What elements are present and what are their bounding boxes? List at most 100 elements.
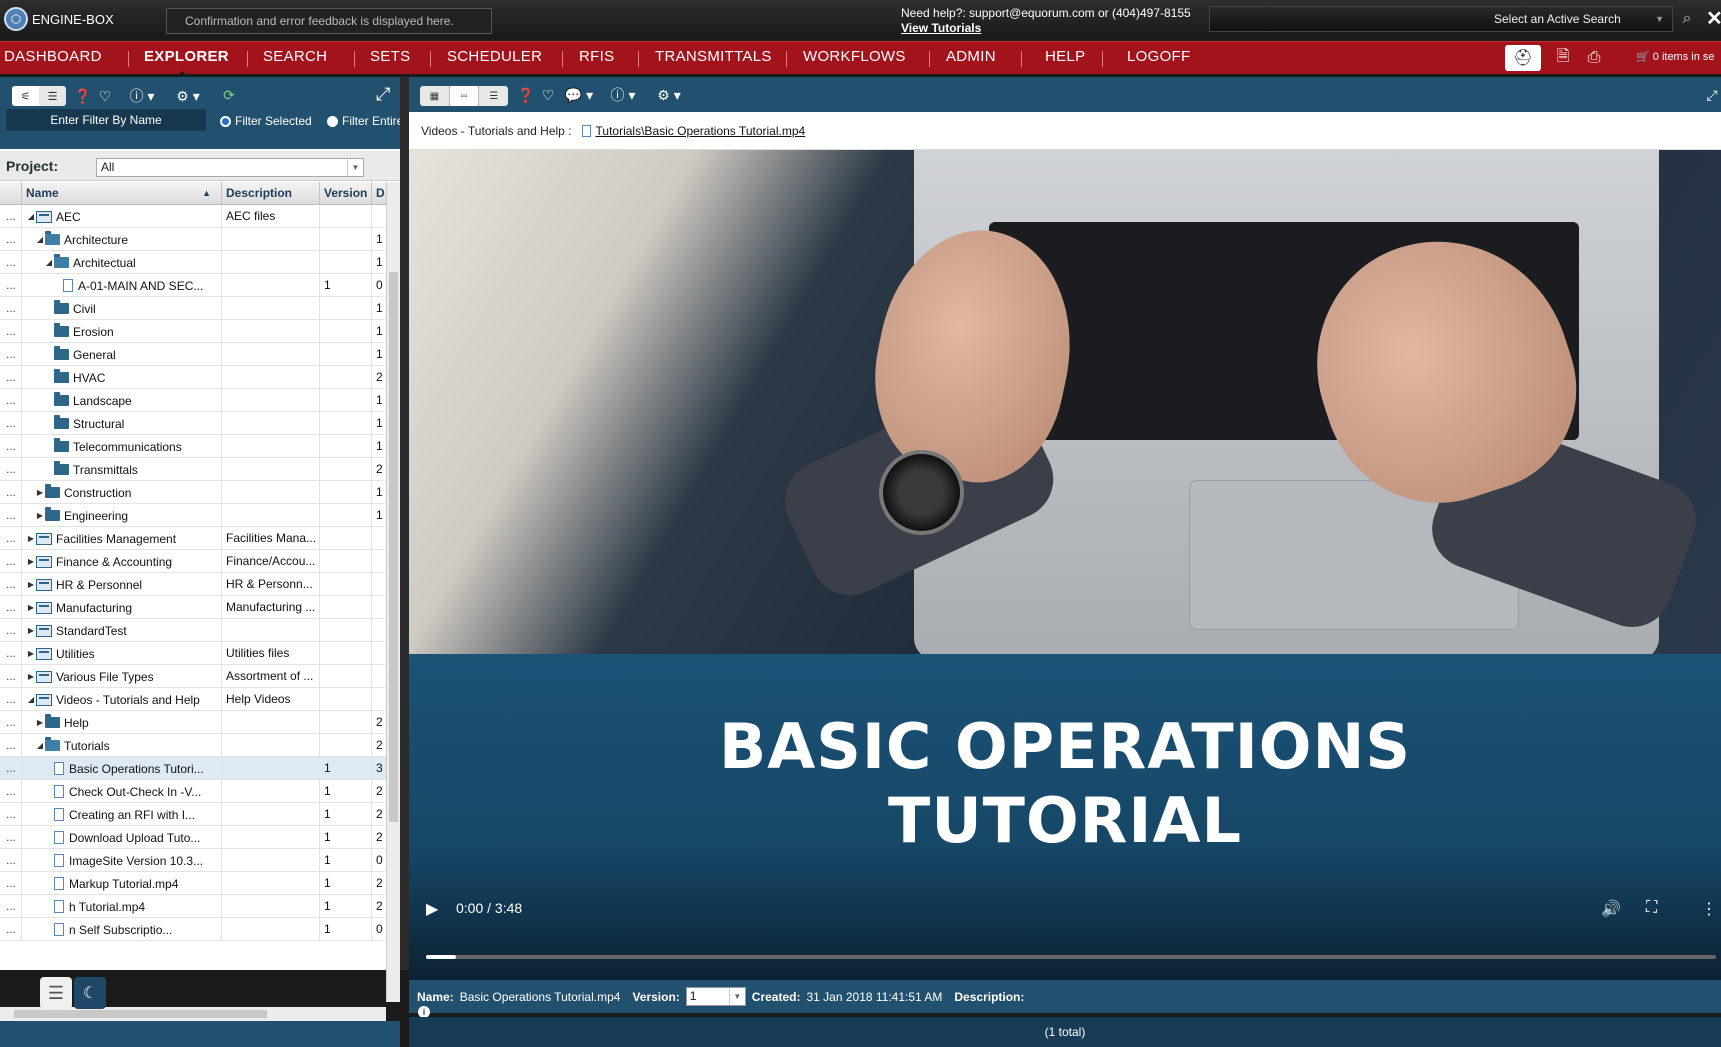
- table-row[interactable]: ... Check Out-Check In -V... 1 2: [0, 780, 386, 803]
- row-name-cell[interactable]: ▶ Help: [22, 711, 222, 734]
- expand-icon[interactable]: ▶: [26, 551, 36, 573]
- nav-admin[interactable]: ADMIN: [946, 48, 996, 65]
- nav-search[interactable]: SEARCH: [263, 48, 327, 65]
- row-menu-icon[interactable]: ...: [0, 711, 22, 734]
- table-row[interactable]: ... Structural 1: [0, 412, 386, 435]
- row-menu-icon[interactable]: ...: [0, 665, 22, 688]
- row-name-cell[interactable]: Landscape: [22, 389, 222, 412]
- version-select[interactable]: 1 ▼: [685, 987, 746, 1006]
- column-header-description[interactable]: Description: [222, 182, 320, 205]
- favorite-icon[interactable]: ♡: [537, 84, 559, 106]
- list-view-icon[interactable]: ☰: [39, 86, 66, 106]
- tree-view-icon[interactable]: ⚟: [12, 86, 39, 106]
- expand-icon[interactable]: ▶: [35, 505, 45, 527]
- row-name-cell[interactable]: Structural: [22, 412, 222, 435]
- table-row[interactable]: ... Creating an RFI with I... 1 2: [0, 803, 386, 826]
- list-view-icon[interactable]: ☰: [479, 86, 508, 106]
- row-name-cell[interactable]: ◢ AEC: [22, 205, 222, 228]
- row-menu-icon[interactable]: ...: [0, 596, 22, 619]
- expand-icon[interactable]: ⤢: [376, 84, 390, 105]
- row-name-cell[interactable]: Civil: [22, 297, 222, 320]
- nav-sets[interactable]: SETS: [370, 48, 410, 65]
- video-progress-bar[interactable]: [426, 955, 1716, 959]
- collapse-icon[interactable]: ◢: [26, 206, 36, 228]
- print-icon[interactable]: ⎙: [1576, 45, 1612, 71]
- table-row[interactable]: ... Civil 1: [0, 297, 386, 320]
- table-row[interactable]: ... h Tutorial.mp4 1 2: [0, 895, 386, 918]
- row-name-cell[interactable]: Check Out-Check In -V...: [22, 780, 222, 803]
- video-player[interactable]: BASIC OPERATIONS TUTORIAL ▶ 0:00 / 3:48 …: [409, 150, 1721, 980]
- more-options-icon[interactable]: ⋮: [1701, 899, 1717, 919]
- refresh-icon[interactable]: ⟳: [218, 84, 240, 106]
- row-menu-icon[interactable]: ...: [0, 297, 22, 320]
- row-menu-icon[interactable]: ...: [0, 527, 22, 550]
- row-name-cell[interactable]: ▶ Facilities Management: [22, 527, 222, 550]
- filter-entire-radio[interactable]: Filter Entire: [327, 114, 403, 128]
- row-name-cell[interactable]: A-01-MAIN AND SEC...: [22, 274, 222, 297]
- row-name-cell[interactable]: ▶ Engineering: [22, 504, 222, 527]
- nav-workflows[interactable]: WORKFLOWS: [803, 48, 906, 65]
- row-menu-icon[interactable]: ...: [0, 412, 22, 435]
- fullscreen-icon[interactable]: ⛶: [1646, 899, 1657, 917]
- collapse-icon[interactable]: ◢: [44, 252, 54, 274]
- table-row[interactable]: ... ◢ Tutorials 2: [0, 734, 386, 757]
- table-row[interactable]: ... ◢ Architecture 1: [0, 228, 386, 251]
- nav-logoff[interactable]: LOGOFF: [1127, 48, 1190, 65]
- nav-explorer[interactable]: EXPLORER: [144, 48, 229, 65]
- row-menu-icon[interactable]: ...: [0, 481, 22, 504]
- info-menu-icon[interactable]: ⓘ ▾: [124, 85, 160, 107]
- table-row[interactable]: ... ▶ Various File Types Assortment of ...: [0, 665, 386, 688]
- table-row[interactable]: ... Landscape 1: [0, 389, 386, 412]
- search-icon[interactable]: ⌕: [1672, 6, 1702, 32]
- row-menu-icon[interactable]: ...: [0, 435, 22, 458]
- table-row[interactable]: ... ▶ Manufacturing Manufacturing ...: [0, 596, 386, 619]
- project-select[interactable]: All ▼: [96, 158, 364, 177]
- panel-splitter[interactable]: [400, 77, 409, 970]
- row-name-cell[interactable]: Erosion: [22, 320, 222, 343]
- grid-view-icon[interactable]: ▦: [420, 86, 450, 106]
- table-row[interactable]: ... ▶ Construction 1: [0, 481, 386, 504]
- collapse-icon[interactable]: ◢: [26, 689, 36, 711]
- expand-icon[interactable]: ▶: [26, 620, 36, 642]
- table-row[interactable]: ... Download Upload Tuto... 1 2: [0, 826, 386, 849]
- table-row[interactable]: ... ◢ Videos - Tutorials and Help Help Vide…: [0, 688, 386, 711]
- row-name-cell[interactable]: Creating an RFI with I...: [22, 803, 222, 826]
- row-menu-icon[interactable]: ...: [0, 872, 22, 895]
- play-icon[interactable]: ▶: [426, 899, 438, 919]
- column-header-name[interactable]: Name ▲: [22, 182, 222, 205]
- info-menu-icon[interactable]: ⓘ ▾: [605, 84, 641, 106]
- vertical-scrollbar[interactable]: [386, 182, 400, 1002]
- table-row[interactable]: ... General 1: [0, 343, 386, 366]
- filter-input[interactable]: Enter Filter By Name: [6, 109, 206, 131]
- row-name-cell[interactable]: ▶ Construction: [22, 481, 222, 504]
- row-menu-icon[interactable]: ...: [0, 780, 22, 803]
- active-search-select[interactable]: Select an Active Search ▼: [1209, 6, 1673, 32]
- row-name-cell[interactable]: ▶ Various File Types: [22, 665, 222, 688]
- row-name-cell[interactable]: Transmittals: [22, 458, 222, 481]
- row-menu-icon[interactable]: ...: [0, 849, 22, 872]
- row-name-cell[interactable]: n Self Subscriptio...: [22, 918, 222, 941]
- close-icon[interactable]: ✕: [1706, 6, 1721, 31]
- row-menu-icon[interactable]: ...: [0, 504, 22, 527]
- column-header-d[interactable]: D: [372, 182, 386, 205]
- row-name-cell[interactable]: Download Upload Tuto...: [22, 826, 222, 849]
- column-header-version[interactable]: Version: [320, 182, 372, 205]
- expand-icon[interactable]: ▶: [26, 574, 36, 596]
- row-menu-icon[interactable]: ...: [0, 343, 22, 366]
- table-row[interactable]: ... A-01-MAIN AND SEC... 1 0: [0, 274, 386, 297]
- row-menu-icon[interactable]: ...: [0, 458, 22, 481]
- table-row[interactable]: ... ▶ Facilities Management Facilities Mana…: [0, 527, 386, 550]
- row-menu-icon[interactable]: ...: [0, 274, 22, 297]
- table-row[interactable]: ... ImageSite Version 10.3... 1 0: [0, 849, 386, 872]
- row-name-cell[interactable]: Markup Tutorial.mp4: [22, 872, 222, 895]
- row-menu-icon[interactable]: ...: [0, 757, 22, 780]
- collapse-icon[interactable]: ◢: [35, 229, 45, 251]
- view-toggle[interactable]: ⚟ ☰: [12, 86, 66, 106]
- row-name-cell[interactable]: Basic Operations Tutori...: [22, 757, 222, 780]
- expand-icon[interactable]: ▶: [26, 666, 36, 688]
- table-row[interactable]: ... Telecommunications 1: [0, 435, 386, 458]
- row-menu-icon[interactable]: ...: [0, 228, 22, 251]
- row-name-cell[interactable]: ▶ Finance & Accounting: [22, 550, 222, 573]
- row-menu-icon[interactable]: ...: [0, 734, 22, 757]
- table-row[interactable]: ... Transmittals 2: [0, 458, 386, 481]
